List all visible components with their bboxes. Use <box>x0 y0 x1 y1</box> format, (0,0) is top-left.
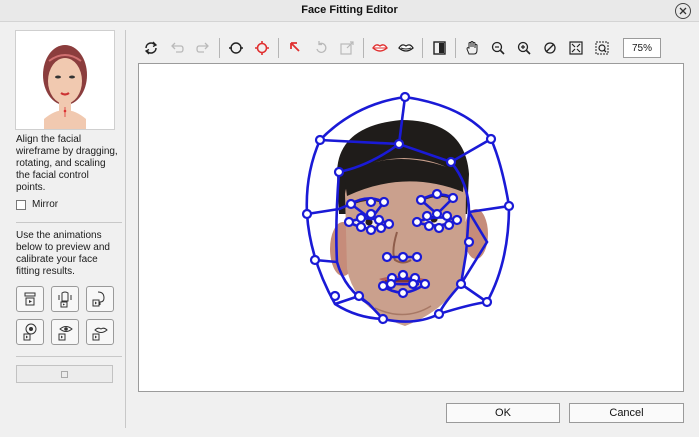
align-instruction: Align the facial wireframe by dragging, … <box>16 134 118 193</box>
hand-icon <box>466 41 478 55</box>
toolbar-separator <box>422 38 423 58</box>
window-title: Face Fitting Editor <box>301 4 398 16</box>
eye-blink-icon <box>58 326 73 341</box>
pan-tool-button[interactable] <box>459 35 485 61</box>
head-animation-icon <box>24 292 36 306</box>
actual-size-icon <box>544 42 556 54</box>
stop-icon <box>61 370 68 378</box>
lips-icon <box>92 327 108 341</box>
actual-size-button[interactable] <box>537 35 563 61</box>
zoom-to-face-button[interactable] <box>589 35 615 61</box>
redo-icon <box>196 42 209 53</box>
eyeball-icon <box>23 323 37 341</box>
title-bar: Face Fitting Editor <box>0 0 699 22</box>
blink-animation-button[interactable] <box>51 319 79 345</box>
mirror-label: Mirror <box>32 199 59 210</box>
mirror-checkbox[interactable]: Mirror <box>16 199 58 210</box>
eye-roll-animation-button[interactable] <box>16 319 44 345</box>
zoom-level-field[interactable]: 75% <box>623 38 661 58</box>
toggle-background-button[interactable] <box>426 35 452 61</box>
face-fitting-canvas[interactable] <box>138 63 684 392</box>
lips-red-icon <box>372 44 388 52</box>
left-panel: Align the facial wireframe by dragging, … <box>10 30 122 428</box>
toolbar-separator <box>219 38 220 58</box>
redo-button[interactable] <box>190 35 216 61</box>
rotate-selection-button[interactable] <box>308 35 334 61</box>
animation-buttons <box>16 286 116 345</box>
zoom-in-button[interactable] <box>511 35 537 61</box>
fit-to-window-button[interactable] <box>563 35 589 61</box>
turn-animation-button[interactable] <box>86 286 114 312</box>
divider <box>16 356 122 357</box>
shake-head-icon <box>58 291 72 308</box>
ok-button[interactable]: OK <box>446 403 560 423</box>
turn-head-icon <box>92 291 105 307</box>
undo-button[interactable] <box>164 35 190 61</box>
rotate-tool-button[interactable] <box>223 35 249 61</box>
toolbar: 75% <box>138 34 683 62</box>
refresh-icon <box>144 41 158 55</box>
toolbar-separator <box>363 38 364 58</box>
mirror-checkbox-box[interactable] <box>16 199 26 210</box>
scale-selection-button[interactable] <box>334 35 360 61</box>
select-tool-button[interactable] <box>282 35 308 61</box>
zoom-out-icon <box>491 41 505 55</box>
zoom-face-icon <box>595 41 609 55</box>
close-icon[interactable] <box>675 3 691 19</box>
mouth-closed-button[interactable] <box>367 35 393 61</box>
toolbar-separator <box>455 38 456 58</box>
zoom-out-button[interactable] <box>485 35 511 61</box>
scale-box-icon <box>340 41 354 55</box>
face-photo-with-wireframe[interactable] <box>139 64 683 391</box>
shake-animation-button[interactable] <box>51 286 79 312</box>
talk-animation-button[interactable] <box>16 286 44 312</box>
mouth-open-button[interactable] <box>393 35 419 61</box>
scale-tool-button[interactable] <box>249 35 275 61</box>
zoom-in-icon <box>517 41 531 55</box>
reference-face-preview <box>15 30 115 130</box>
undo-icon <box>171 42 184 53</box>
animation-instruction: Use the animations below to preview and … <box>16 230 110 277</box>
arrow-cursor-icon <box>290 42 300 52</box>
toolbar-separator <box>278 38 279 58</box>
rotate-arrow-icon <box>316 41 327 53</box>
panel-divider <box>125 30 126 428</box>
cancel-button[interactable]: Cancel <box>569 403 684 423</box>
contrast-box-icon <box>433 41 446 55</box>
divider <box>16 222 122 223</box>
stop-preview-button[interactable] <box>16 365 113 383</box>
fit-window-icon <box>569 41 583 55</box>
lips-open-icon <box>398 44 414 52</box>
mouth-animation-button[interactable] <box>86 319 114 345</box>
target-icon <box>255 41 269 55</box>
reset-button[interactable] <box>138 35 164 61</box>
rotate-icon <box>229 42 243 54</box>
